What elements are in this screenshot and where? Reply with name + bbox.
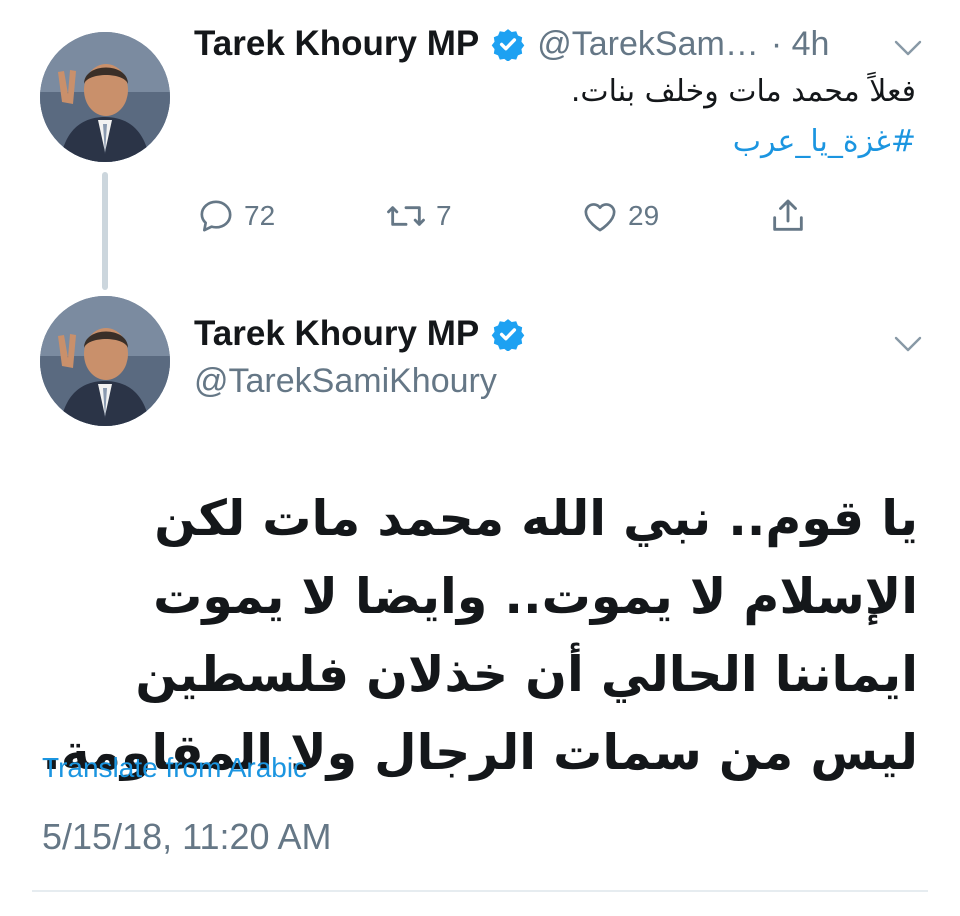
parent-tweet-hashtag[interactable]: #غزة_يا_عرب [733, 124, 916, 159]
retweet-icon [387, 206, 425, 226]
reply-icon [200, 200, 232, 232]
thread-connector-line [102, 172, 108, 290]
tweet-timestamp: 5/15/18, 11:20 AM [42, 816, 332, 857]
main-tweet-text: يا قوم.. نبي الله محمد مات لكن الإسلام ل… [42, 490, 918, 781]
like-count: 29 [628, 200, 660, 231]
main-chevron-down-icon[interactable] [893, 334, 923, 354]
reply-count: 72 [244, 200, 276, 231]
retweet-count: 7 [436, 200, 452, 231]
verified-badge-icon [491, 29, 525, 61]
main-avatar[interactable] [40, 296, 170, 426]
parent-tweet-time[interactable]: · 4h [771, 25, 830, 64]
parent-tweet-text: فعلاً محمد مات وخلف بنات. [570, 74, 916, 109]
main-author-name[interactable]: Tarek Khoury MP [194, 314, 479, 354]
retweet-action[interactable]: 7 [384, 196, 452, 236]
verified-badge-icon [491, 319, 525, 351]
main-tweet-header: Tarek Khoury MP [194, 314, 525, 354]
parent-author-name[interactable]: Tarek Khoury MP [194, 24, 479, 64]
parent-author-handle[interactable]: @TarekSam… [537, 25, 759, 64]
main-author-handle[interactable]: @TarekSamiKhoury [194, 362, 497, 401]
share-icon[interactable] [768, 196, 808, 236]
like-action[interactable]: 29 [580, 196, 659, 236]
parent-chevron-down-icon[interactable] [893, 38, 923, 58]
translate-link[interactable]: Translate from Arabic [42, 752, 307, 784]
heart-icon [584, 203, 616, 232]
parent-tweet-header: Tarek Khoury MP @TarekSam… · 4h [194, 24, 829, 64]
parent-avatar[interactable] [40, 32, 170, 162]
divider [32, 890, 928, 892]
reply-action[interactable]: 72 [196, 196, 275, 236]
